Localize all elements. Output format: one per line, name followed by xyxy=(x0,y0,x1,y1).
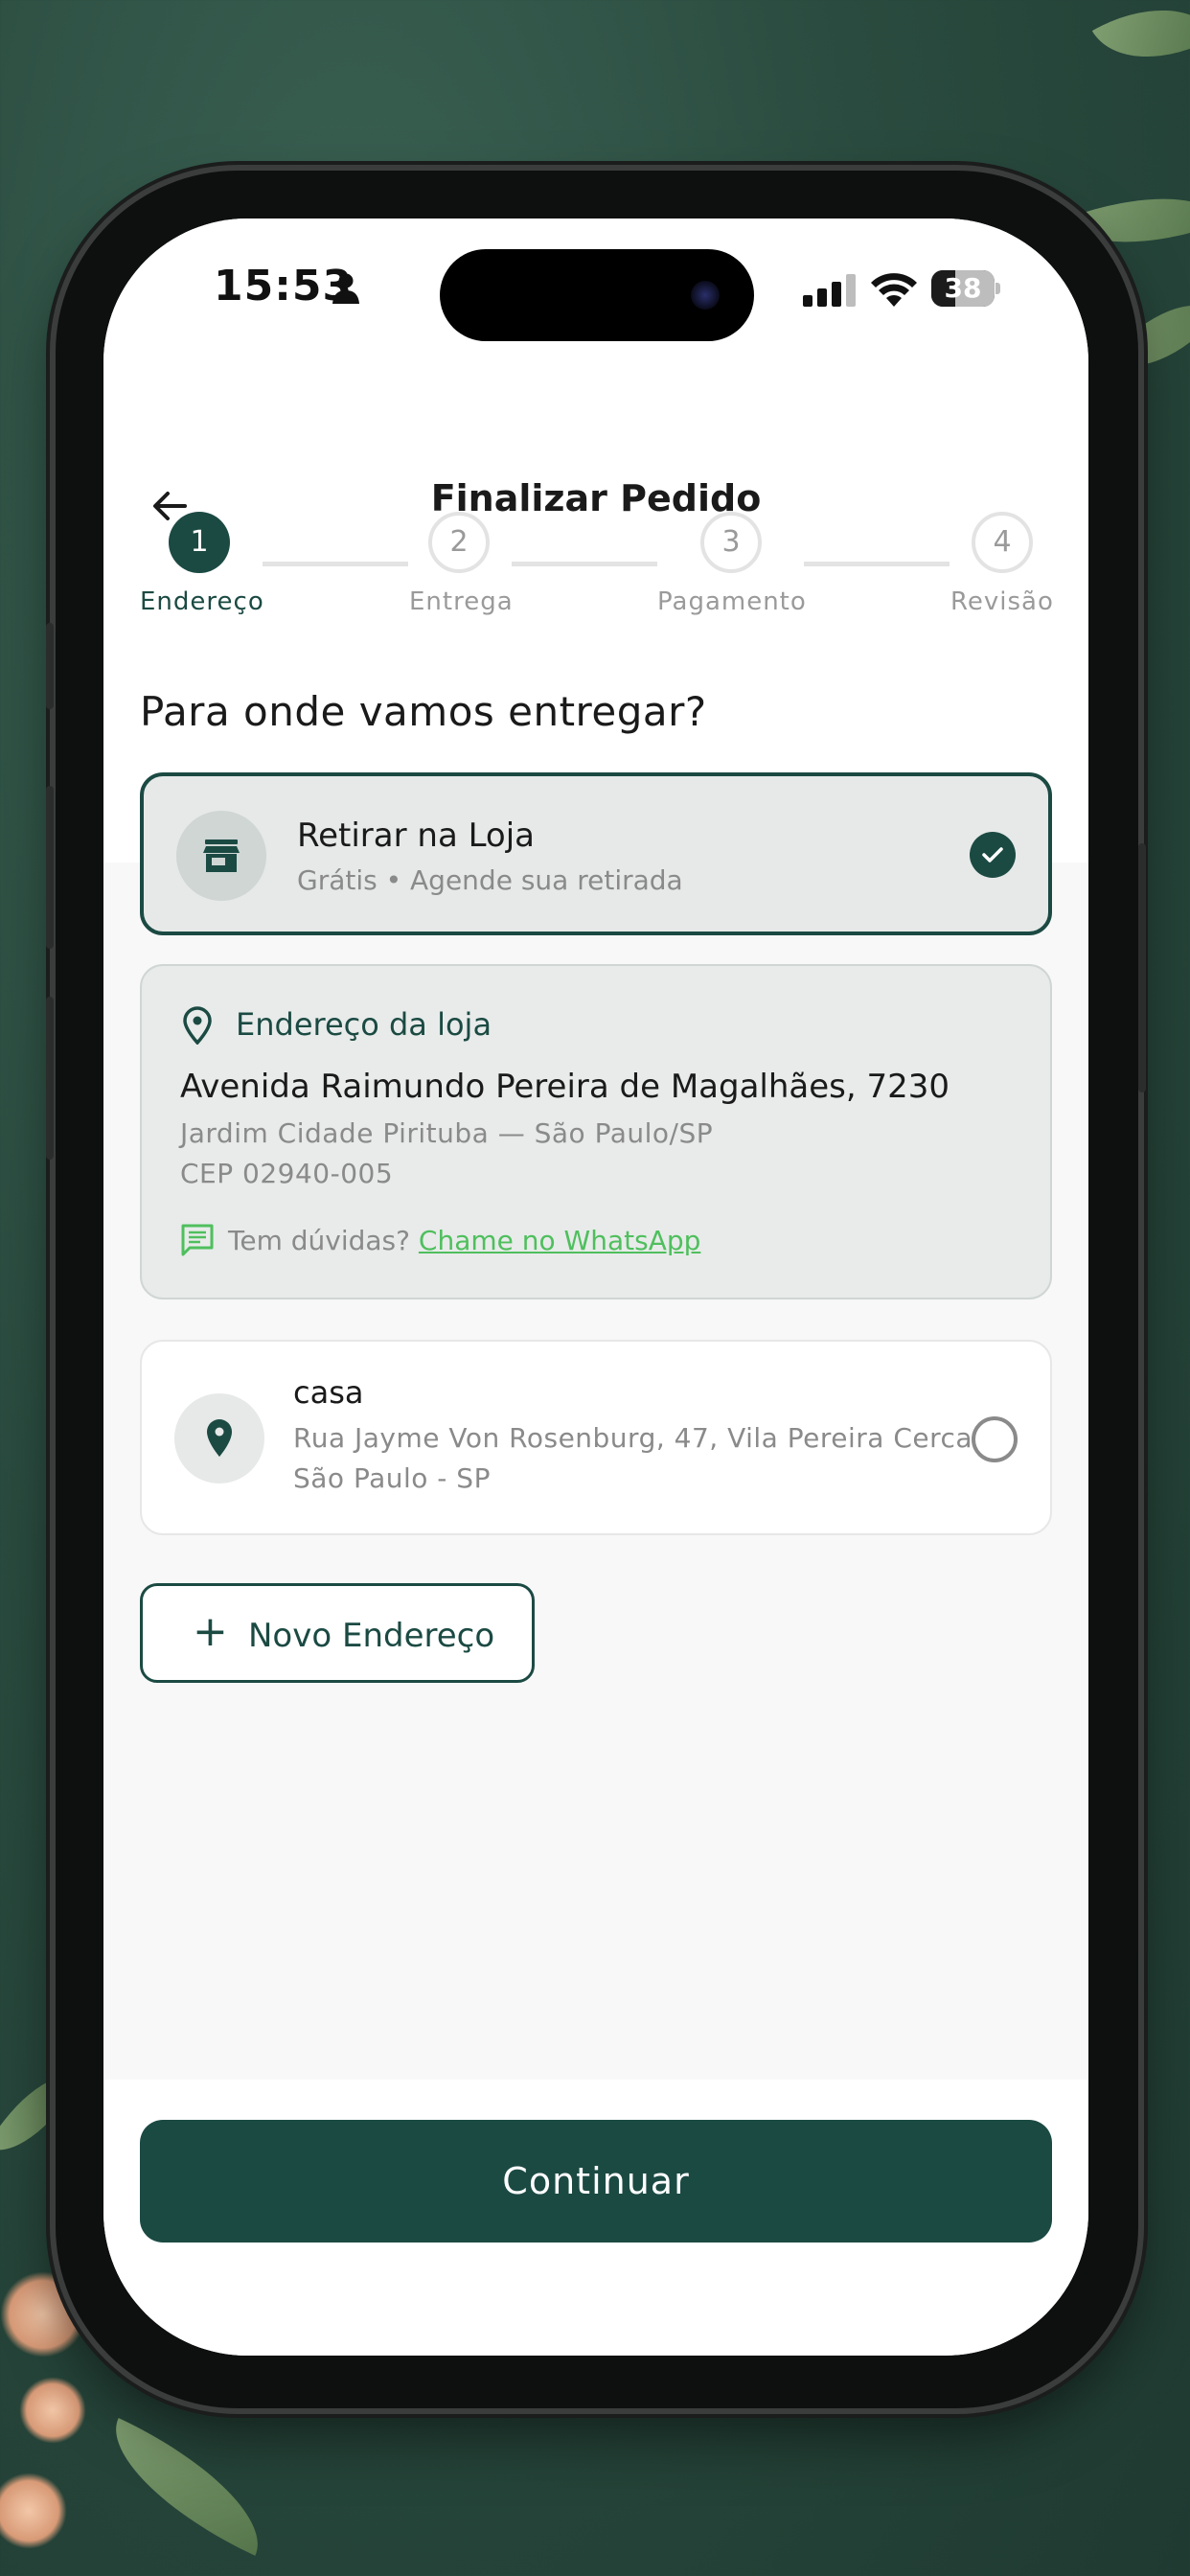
phone-side-button xyxy=(46,997,54,1160)
battery-indicator: 38 xyxy=(931,270,1000,307)
phone-side-button xyxy=(46,786,54,949)
help-line: Tem dúvidas? Chame no WhatsApp xyxy=(228,1225,700,1256)
background-flower xyxy=(19,2377,86,2444)
step-4-circle: 4 xyxy=(972,512,1033,573)
plus-icon: + xyxy=(193,1607,228,1656)
store-address-line1: Avenida Raimundo Pereira de Magalhães, 7… xyxy=(180,1068,950,1106)
selected-check-icon xyxy=(970,832,1016,878)
step-2-circle: 2 xyxy=(428,512,490,573)
new-address-label: Novo Endereço xyxy=(248,1617,495,1655)
chat-icon xyxy=(181,1224,214,1256)
background-leaf xyxy=(1091,0,1190,89)
continue-button[interactable]: Continuar xyxy=(140,2120,1052,2242)
person-icon xyxy=(332,273,359,304)
saved-address-card[interactable]: casa Rua Jayme Von Rosenburg, 47, Vila P… xyxy=(140,1340,1052,1535)
store-address-cep: CEP 02940-005 xyxy=(180,1158,394,1189)
new-address-button[interactable]: + Novo Endereço xyxy=(140,1583,535,1683)
store-address-box: Endereço da loja Avenida Raimundo Pereir… xyxy=(140,964,1052,1300)
saved-address-title: casa xyxy=(293,1374,364,1411)
dynamic-island xyxy=(440,249,754,341)
address-radio[interactable] xyxy=(972,1416,1018,1462)
saved-address-line2: São Paulo - SP xyxy=(293,1462,491,1494)
step-3-label: Pagamento xyxy=(657,587,807,616)
wifi-icon xyxy=(871,273,917,307)
step-1-circle: 1 xyxy=(169,512,230,573)
signal-icon xyxy=(803,274,856,307)
phone-side-button xyxy=(46,623,54,709)
footer-bar: Continuar xyxy=(103,2080,1088,2356)
app-screen: 15:53 38 Finalizar Pedido 1 2 3 4 Endere… xyxy=(103,218,1088,2356)
stepper-connector xyxy=(804,562,950,566)
help-text: Tem dúvidas? xyxy=(228,1225,410,1256)
step-4-label: Revisão xyxy=(950,587,1054,616)
background-leaf xyxy=(90,2418,284,2556)
store-address-heading: Endereço da loja xyxy=(236,1006,492,1043)
store-icon-bg xyxy=(176,811,266,901)
delivery-question: Para onde vamos entregar? xyxy=(140,688,707,735)
address-icon-bg xyxy=(174,1393,264,1484)
whatsapp-link[interactable]: Chame no WhatsApp xyxy=(419,1225,701,1256)
location-pin-icon xyxy=(207,1419,232,1457)
battery-percent: 38 xyxy=(944,272,982,304)
background-flower xyxy=(0,2472,67,2549)
pickup-option-subtitle: Grátis • Agende sua retirada xyxy=(297,864,683,896)
stepper-connector xyxy=(512,562,657,566)
step-1-label: Endereço xyxy=(140,587,264,616)
status-bar: 15:53 38 xyxy=(103,218,1088,353)
store-address-line2: Jardim Cidade Pirituba — São Paulo/SP xyxy=(180,1117,714,1149)
pickup-option-card[interactable]: Retirar na Loja Grátis • Agende sua reti… xyxy=(140,772,1052,935)
saved-address-line1: Rua Jayme Von Rosenburg, 47, Vila Pereir… xyxy=(293,1422,982,1454)
page-title: Finalizar Pedido xyxy=(430,477,762,519)
phone-side-button xyxy=(1138,843,1146,1092)
store-icon xyxy=(203,840,240,872)
step-2-label: Entrega xyxy=(409,587,514,616)
step-3-circle: 3 xyxy=(700,512,762,573)
pickup-option-title: Retirar na Loja xyxy=(297,816,536,855)
stepper-connector xyxy=(263,562,408,566)
location-pin-icon xyxy=(183,1006,212,1045)
